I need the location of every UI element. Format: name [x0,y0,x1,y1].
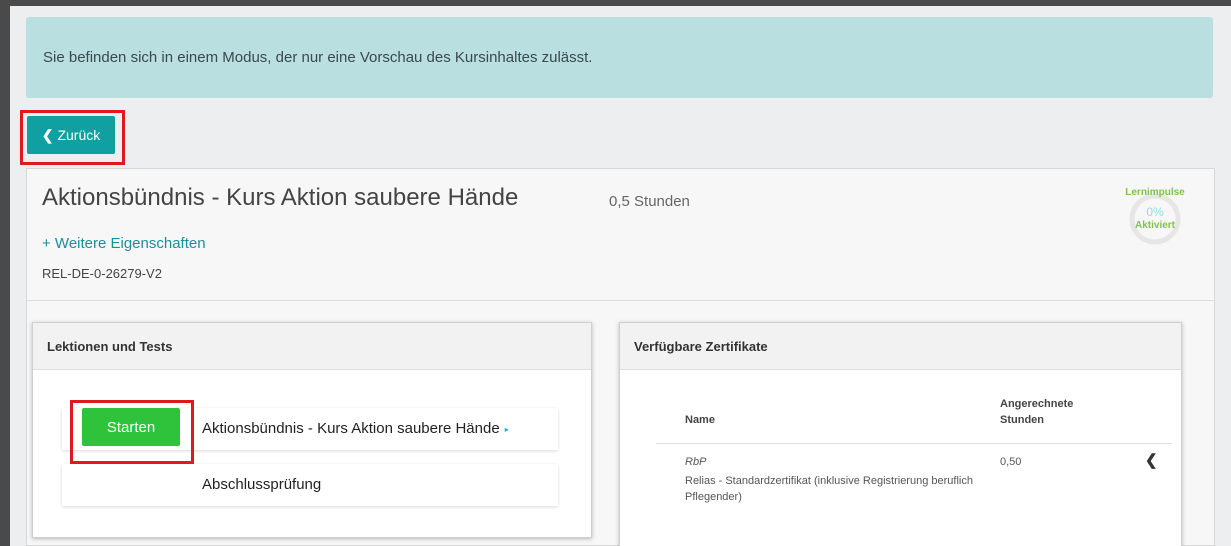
more-properties-link[interactable]: + Weitere Eigenschaften [42,235,206,252]
progress-percent: 0% [1146,205,1164,219]
back-button[interactable]: ❮ Zurück [27,116,115,154]
exam-label: Abschlussprüfung [202,476,322,493]
page: Sie befinden sich in einem Modus, der nu… [10,6,1231,546]
chevron-left-icon[interactable]: ❮ [1145,451,1158,469]
column-header-name: Name [685,414,715,426]
lesson-title: Aktionsbündnis - Kurs Aktion saubere Hän… [202,420,500,437]
course-hours: 0,5 Stunden [609,193,690,210]
lesson-label: Aktionsbündnis - Kurs Aktion saubere Hän… [202,420,509,437]
certificate-hours: 0,50 [1000,456,1022,468]
certificate-name: Relias - Standardzertifikat (inklusive R… [685,475,973,503]
chevron-left-icon: ❮ [41,126,54,143]
caret-right-icon: ▸ [504,424,509,434]
progress-label-top: Lernimpulse [1125,187,1185,198]
course-id: REL-DE-0-26279-V2 [42,266,162,281]
lessons-panel-title: Lektionen und Tests [33,323,591,370]
exam-item[interactable]: Abschlussprüfung [62,464,558,506]
progress-ring-icon [1129,193,1181,245]
certificate-short-name: RbP [685,456,707,468]
progress-label-bottom: Aktiviert [1134,220,1175,231]
course-header: Aktionsbündnis - Kurs Aktion saubere Hän… [27,169,1214,301]
course-title: Aktionsbündnis - Kurs Aktion saubere Hän… [42,184,519,211]
start-button[interactable]: Starten [82,408,180,446]
table-divider [656,443,1172,444]
preview-mode-alert: Sie befinden sich in einem Modus, der nu… [26,17,1213,98]
certificates-panel: Verfügbare Zertifikate [619,322,1182,546]
column-header-hours: Angerechnete Stunden [1000,398,1074,426]
certificates-panel-title: Verfügbare Zertifikate [620,323,1181,370]
back-button-label: Zurück [57,127,101,143]
progress-indicator: Lernimpulse 0% Aktiviert [1120,184,1190,245]
alert-text: Sie befinden sich in einem Modus, der nu… [43,49,593,66]
